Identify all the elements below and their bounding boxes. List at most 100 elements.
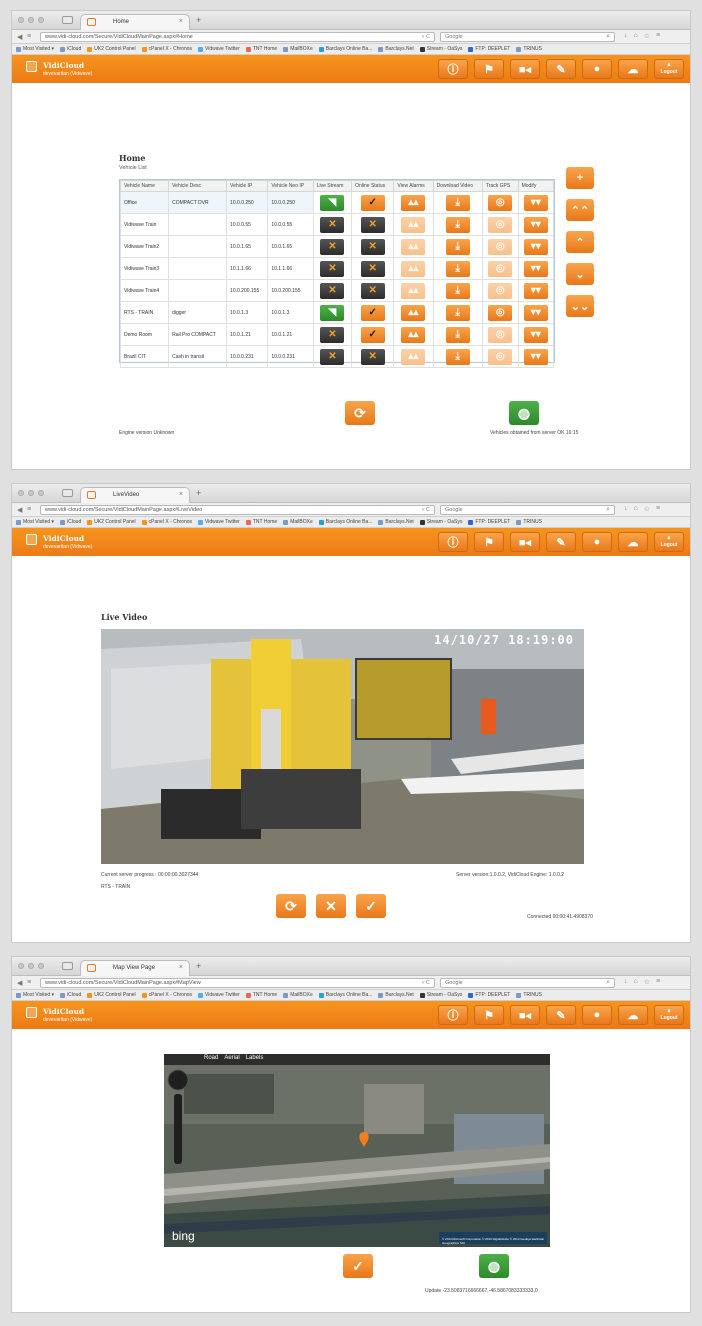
search-icon[interactable]: ⌕	[606, 979, 610, 987]
view-alarms-button[interactable]: ▴▴	[401, 348, 426, 365]
column-header[interactable]: Vehicle Neo IP	[267, 180, 314, 192]
back-icon[interactable]: ◀	[17, 979, 22, 987]
logout-button[interactable]: 🔒︎ Logout	[654, 532, 684, 552]
live-stream-button[interactable]: ◥	[320, 194, 345, 211]
online-status-icon[interactable]: ✕	[360, 216, 385, 233]
alarm-flag-icon[interactable]: ⚑	[474, 59, 504, 79]
view-alarms-button[interactable]: ▴▴	[401, 304, 426, 321]
map-labels-tab[interactable]: Labels	[246, 1055, 264, 1061]
track-gps-button[interactable]: ◎	[488, 238, 513, 255]
bookmark-item[interactable]: cPanel X - Chronos	[141, 45, 192, 53]
bookmark-item[interactable]: Vidwave Twitter	[198, 518, 240, 526]
new-tab-icon[interactable]: +	[196, 15, 201, 25]
modify-button[interactable]: ▾▾	[523, 194, 548, 211]
bookmark-item[interactable]: Most Visited ▾	[16, 518, 54, 526]
home-icon[interactable]: ⌂	[634, 978, 638, 986]
column-header[interactable]: Vehicle IP	[226, 180, 269, 192]
cloud-lock-icon[interactable]: ☁	[618, 532, 648, 552]
browser-tab[interactable]: LiveVideo ×	[80, 487, 190, 503]
online-status-icon[interactable]: ✕	[360, 260, 385, 277]
view-alarms-button[interactable]: ▴▴	[401, 282, 426, 299]
bookmark-item[interactable]: TRINUS	[516, 518, 542, 526]
refresh-button[interactable]: ⟳	[345, 401, 375, 425]
move-down-button[interactable]: ⌄	[566, 263, 594, 285]
browser-tab[interactable]: Map View Page ×	[80, 960, 190, 976]
logout-button[interactable]: 🔒︎ Logout	[654, 1005, 684, 1025]
map-road-tab[interactable]: Road	[204, 1055, 218, 1061]
modify-button[interactable]: ▾▾	[523, 304, 548, 321]
online-status-icon[interactable]: ✕	[360, 282, 385, 299]
chat-icon[interactable]: ✎	[546, 1005, 576, 1025]
window-controls[interactable]	[18, 490, 44, 496]
bookmark-item[interactable]: iCloud	[60, 991, 81, 999]
map-aerial-tab[interactable]: Aerial	[224, 1055, 239, 1061]
menu-icon[interactable]: ≡	[27, 979, 31, 986]
add-vehicle-button[interactable]: +	[566, 167, 594, 189]
modify-button[interactable]: ▾▾	[523, 326, 548, 343]
bookmark-item[interactable]: TRINUS	[516, 991, 542, 999]
logout-button[interactable]: 🔒︎ Logout	[654, 59, 684, 79]
bookmark-item[interactable]: Most Visited ▾	[16, 45, 54, 53]
map-view[interactable]: Road Aerial Labels bing © 2014 Microsoft…	[164, 1054, 550, 1247]
online-status-icon[interactable]: ✓	[360, 304, 385, 321]
table-row[interactable]: Brazil CIT Cash in transit 10.0.0.231 10.0.…	[119, 345, 555, 368]
tab-groups-icon[interactable]	[62, 16, 73, 24]
back-icon[interactable]: ◀	[17, 506, 22, 514]
confirm-button[interactable]: ✓	[343, 1254, 373, 1278]
column-header[interactable]: Modify	[517, 180, 555, 192]
chat-icon[interactable]: ✎	[546, 532, 576, 552]
table-row[interactable]: RTS - TRAIN digger 10.0.1.3 10.0.1.3 ◥ ✓ ▴▴ ⤓ ◎ ▾…	[119, 301, 555, 324]
bookmark-item[interactable]: TRINUS	[516, 45, 542, 53]
video-camera-icon[interactable]: ■◂	[510, 532, 540, 552]
bookmark-item[interactable]: FTP: DEEPLET	[468, 518, 510, 526]
modify-button[interactable]: ▾▾	[523, 238, 548, 255]
info-icon[interactable]: ⓘ	[438, 532, 468, 552]
bookmark-item[interactable]: Barclays Online Ba...	[318, 518, 372, 526]
online-status-icon[interactable]: ✓	[360, 194, 385, 211]
bookmark-star-icon[interactable]: ☆	[644, 978, 650, 986]
move-bottom-button[interactable]: ⌄⌄	[566, 295, 594, 317]
url-input[interactable]: www.vidi-cloud.com/Secure/VidiCloudMainP…	[40, 978, 435, 988]
close-tab-icon[interactable]: ×	[179, 491, 183, 498]
bookmark-item[interactable]: MailBOXe	[283, 45, 313, 53]
bookmark-item[interactable]: UK2 Control Panel	[87, 45, 136, 53]
alarm-flag-icon[interactable]: ⚑	[474, 1005, 504, 1025]
bookmark-item[interactable]: Barclays.Net	[378, 991, 414, 999]
bookmark-item[interactable]: MailBOXe	[283, 518, 313, 526]
download-video-button[interactable]: ⤓	[445, 348, 470, 365]
bookmark-item[interactable]: Stream - OaSys	[419, 991, 462, 999]
bookmark-item[interactable]: Most Visited ▾	[16, 991, 54, 999]
tab-groups-icon[interactable]	[62, 489, 73, 497]
search-input[interactable]: Google ⌕	[440, 505, 615, 515]
bookmark-item[interactable]: Stream - OaSys	[419, 45, 462, 53]
bookmark-item[interactable]: Barclays.Net	[378, 518, 414, 526]
hamburger-icon[interactable]: ≡	[656, 32, 660, 40]
bookmark-item[interactable]: Barclays Online Ba...	[318, 991, 372, 999]
video-camera-icon[interactable]: ■◂	[510, 59, 540, 79]
url-input[interactable]: www.vidi-cloud.com/Secure/VidiCloudMainP…	[40, 32, 435, 42]
tab-groups-icon[interactable]	[62, 962, 73, 970]
download-icon[interactable]: ↓	[624, 505, 628, 513]
url-input[interactable]: www.vidi-cloud.com/Secure/VidiCloudMainP…	[40, 505, 435, 515]
track-gps-button[interactable]: ◎	[488, 348, 513, 365]
bookmark-item[interactable]: MailBOXe	[283, 991, 313, 999]
search-icon[interactable]: ⌕	[606, 33, 610, 41]
bookmark-star-icon[interactable]: ☆	[644, 32, 650, 40]
live-stream-button[interactable]: ✕	[320, 326, 345, 343]
live-stream-button[interactable]: ✕	[320, 216, 345, 233]
column-header[interactable]: Track GPS	[481, 180, 519, 192]
back-icon[interactable]: ◀	[17, 33, 22, 41]
download-video-button[interactable]: ⤓	[445, 260, 470, 277]
table-row[interactable]: Vidiwave Train2 10.0.1.65 10.0.1.65 ✕ ✕ ▴▴ ⤓ ◎ ▾…	[119, 235, 555, 258]
video-camera-icon[interactable]: ■◂	[510, 1005, 540, 1025]
bookmark-item[interactable]: iCloud	[60, 45, 81, 53]
bookmark-item[interactable]: cPanel X - Chronos	[141, 991, 192, 999]
bookmark-item[interactable]: Vidwave Twitter	[198, 45, 240, 53]
table-row[interactable]: Vidiwave Train 10.0.0.55 10.0.0.55 ✕ ✕ ▴▴ ⤓ ◎ ▾▾	[119, 213, 555, 236]
live-stream-button[interactable]: ✕	[320, 282, 345, 299]
bookmark-item[interactable]: Barclays Online Ba...	[318, 45, 372, 53]
bookmark-item[interactable]: TNT Home	[245, 991, 277, 999]
move-up-button[interactable]: ⌃	[566, 231, 594, 253]
column-header[interactable]: View Alarms	[393, 180, 434, 192]
info-icon[interactable]: ⓘ	[438, 59, 468, 79]
